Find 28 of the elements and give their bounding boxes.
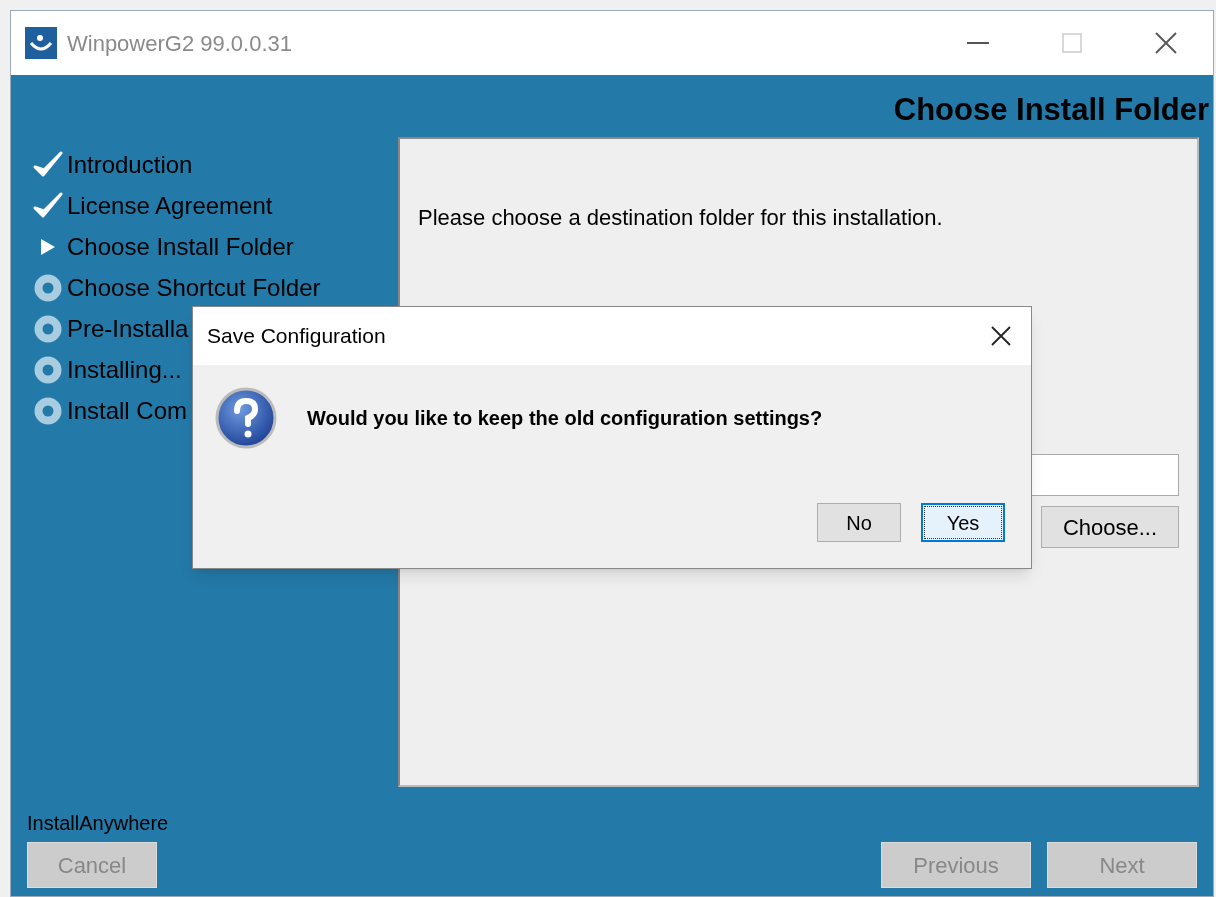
step-label: License Agreement bbox=[67, 191, 273, 221]
close-icon bbox=[1155, 32, 1177, 54]
ring-icon bbox=[33, 315, 63, 343]
checkmark-icon bbox=[33, 151, 63, 179]
dialog-title: Save Configuration bbox=[207, 323, 386, 350]
minimize-icon bbox=[967, 42, 989, 44]
choose-button[interactable]: Choose... bbox=[1041, 506, 1179, 548]
step-label: Install Com bbox=[67, 396, 188, 426]
window-title: WinpowerG2 99.0.0.31 bbox=[67, 29, 293, 58]
dialog-button[interactable]: Yes bbox=[921, 503, 1005, 542]
step-label: Introduction bbox=[67, 150, 193, 180]
ring-icon bbox=[33, 356, 63, 384]
vendor-label: InstallAnywhere bbox=[27, 811, 170, 836]
close-icon bbox=[991, 326, 1011, 346]
ring-icon bbox=[33, 397, 63, 425]
ring-icon bbox=[33, 274, 63, 302]
dialog-button[interactable]: No bbox=[817, 503, 901, 542]
dialog-message: Would you like to keep the old configuration settings? bbox=[307, 406, 823, 431]
maximize-icon bbox=[1062, 33, 1082, 53]
instruction-text: Please choose a destination folder for this installation. bbox=[418, 204, 944, 232]
step-label: Installing... bbox=[67, 355, 182, 385]
step-label: Choose Shortcut Folder bbox=[67, 273, 321, 303]
step-label: Pre-Installa bbox=[67, 314, 189, 344]
app-logo-icon bbox=[25, 27, 57, 59]
step-label: Choose Install Folder bbox=[67, 232, 294, 262]
question-icon bbox=[215, 387, 277, 449]
checkmark-icon bbox=[33, 192, 63, 220]
page-heading: Choose Install Folder bbox=[893, 91, 1209, 129]
